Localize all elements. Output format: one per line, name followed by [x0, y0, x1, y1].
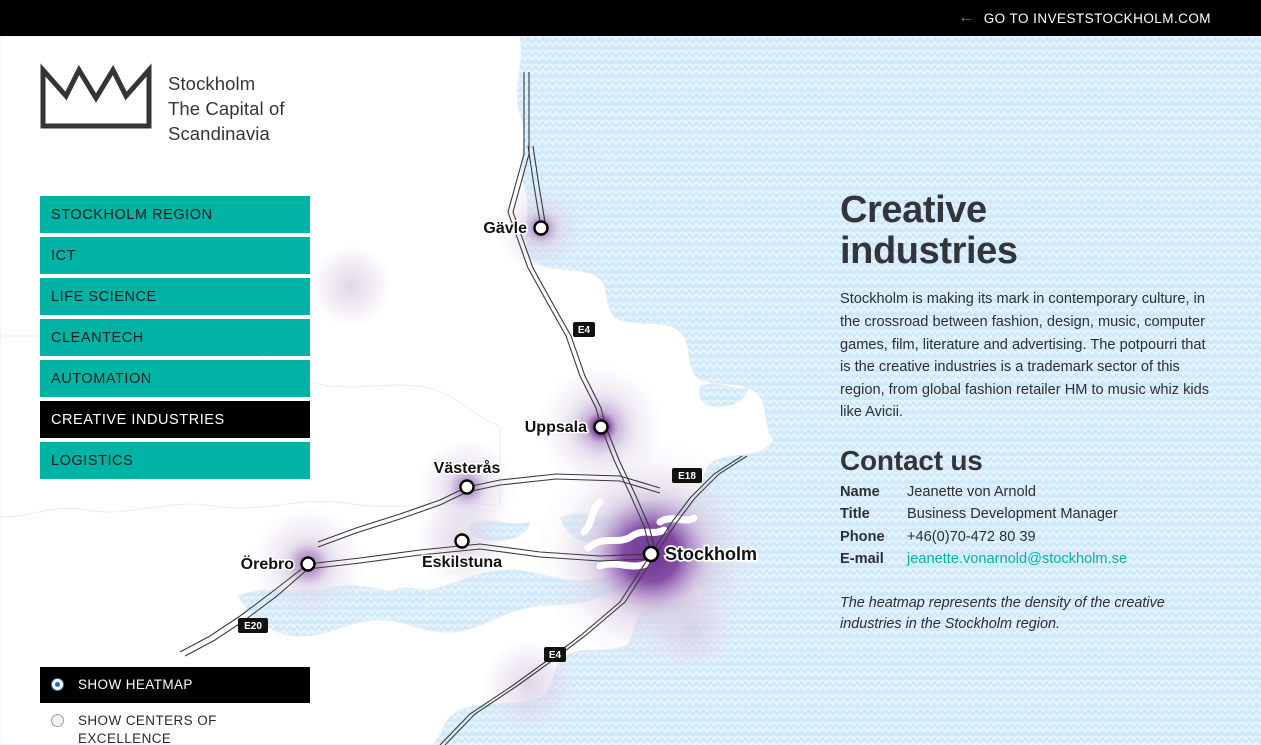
- nav-item-label: AUTOMATION: [51, 370, 152, 387]
- invest-stockholm-link[interactable]: ← GO TO INVESTSTOCKHOLM.COM: [958, 0, 1211, 36]
- site-logo[interactable]: Stockholm The Capital of Scandinavia: [40, 62, 285, 146]
- arrow-left-icon: ←: [958, 9, 975, 26]
- contact-email-label: E-mail: [840, 551, 884, 568]
- nav-item-stockholm-region[interactable]: STOCKHOLM REGION: [40, 196, 310, 233]
- svg-text:E4: E4: [549, 650, 562, 661]
- svg-text:Västerås: Västerås: [434, 459, 501, 477]
- nav-item-label: ICT: [51, 247, 77, 264]
- radio-show-centers-of-excellence[interactable]: SHOW CENTERS OF EXCELLENCE: [40, 703, 310, 745]
- contact-name-label: Name: [840, 483, 880, 500]
- nav-item-cleantech[interactable]: CLEANTECH: [40, 319, 310, 356]
- svg-text:Stockholm: Stockholm: [665, 544, 757, 564]
- crown-icon: [40, 63, 152, 129]
- contact-phone-label: Phone: [840, 528, 885, 545]
- contact-title-value: Business Development Manager: [907, 506, 1118, 523]
- road-badge-e20: E20: [238, 618, 268, 633]
- svg-text:Gävle: Gävle: [483, 220, 527, 237]
- sector-nav: STOCKHOLM REGION ICT LIFE SCIENCE CLEANT…: [40, 196, 310, 483]
- svg-text:Uppsala: Uppsala: [525, 419, 587, 436]
- nav-item-label: LIFE SCIENCE: [51, 288, 157, 305]
- top-bar: ← GO TO INVESTSTOCKHOLM.COM: [0, 0, 1261, 36]
- radio-show-centers-label: SHOW CENTERS OF EXCELLENCE: [78, 713, 217, 745]
- road-badge-e18: E18: [672, 468, 702, 483]
- radio-unselected-icon: [51, 714, 64, 728]
- contact-row-phone: Phone +46(0)70-472 80 39: [840, 526, 1220, 548]
- info-panel: Creative industries Stockholm is making …: [840, 190, 1220, 636]
- contact-phone-value: +46(0)70-472 80 39: [907, 528, 1036, 545]
- contact-email-link[interactable]: jeanette.vonarnold@stockholm.se: [907, 548, 1127, 570]
- heatmap-note: The heatmap represents the density of th…: [840, 594, 1165, 633]
- sector-description: Stockholm is making its mark in contempo…: [840, 291, 1210, 421]
- svg-text:E18: E18: [678, 471, 696, 482]
- contact-name-value: Jeanette von Arnold: [907, 483, 1037, 500]
- invest-stockholm-link-label: GO TO INVESTSTOCKHOLM.COM: [983, 10, 1211, 26]
- page-root: E4 E18 E20 E4 Gävle Uppsala Västerås Esk…: [0, 0, 1261, 745]
- nav-item-automation[interactable]: AUTOMATION: [40, 360, 310, 397]
- radio-show-heatmap-label: SHOW HEATMAP: [78, 677, 193, 692]
- contact-heading: Contact us: [840, 444, 983, 476]
- contact-row-email: E-mail jeanette.vonarnold@stockholm.se: [840, 548, 1220, 570]
- nav-item-label: CREATIVE INDUSTRIES: [51, 411, 225, 428]
- contact-title-label: Title: [840, 506, 870, 523]
- nav-item-life-science[interactable]: LIFE SCIENCE: [40, 278, 310, 315]
- radio-show-heatmap[interactable]: SHOW HEATMAP: [40, 667, 310, 704]
- map-layer-controls: SHOW HEATMAP SHOW CENTERS OF EXCELLENCE: [40, 667, 310, 745]
- contact-row-name: Name Jeanette von Arnold: [840, 481, 1220, 503]
- svg-text:E20: E20: [244, 621, 262, 632]
- logo-text: Stockholm The Capital of Scandinavia: [168, 73, 285, 144]
- radio-selected-icon: [51, 678, 64, 691]
- nav-item-ict[interactable]: ICT: [40, 237, 310, 274]
- contact-row-title: Title Business Development Manager: [840, 503, 1220, 525]
- nav-item-label: CLEANTECH: [51, 329, 144, 346]
- contact-details: Name Jeanette von Arnold Title Business …: [840, 481, 1220, 571]
- svg-text:Örebro: Örebro: [241, 554, 295, 573]
- road-badge-e4-south: E4: [544, 647, 566, 662]
- svg-text:E4: E4: [578, 325, 591, 336]
- page-title: Creative industries: [840, 189, 1018, 272]
- nav-item-label: LOGISTICS: [51, 452, 134, 469]
- road-badge-e4-north: E4: [573, 322, 595, 337]
- nav-item-creative-industries[interactable]: CREATIVE INDUSTRIES: [40, 401, 310, 438]
- nav-item-logistics[interactable]: LOGISTICS: [40, 442, 310, 479]
- city-marker-gavle[interactable]: Gävle: [482, 219, 549, 239]
- nav-item-label: STOCKHOLM REGION: [51, 206, 213, 223]
- svg-text:Eskilstuna: Eskilstuna: [422, 554, 502, 571]
